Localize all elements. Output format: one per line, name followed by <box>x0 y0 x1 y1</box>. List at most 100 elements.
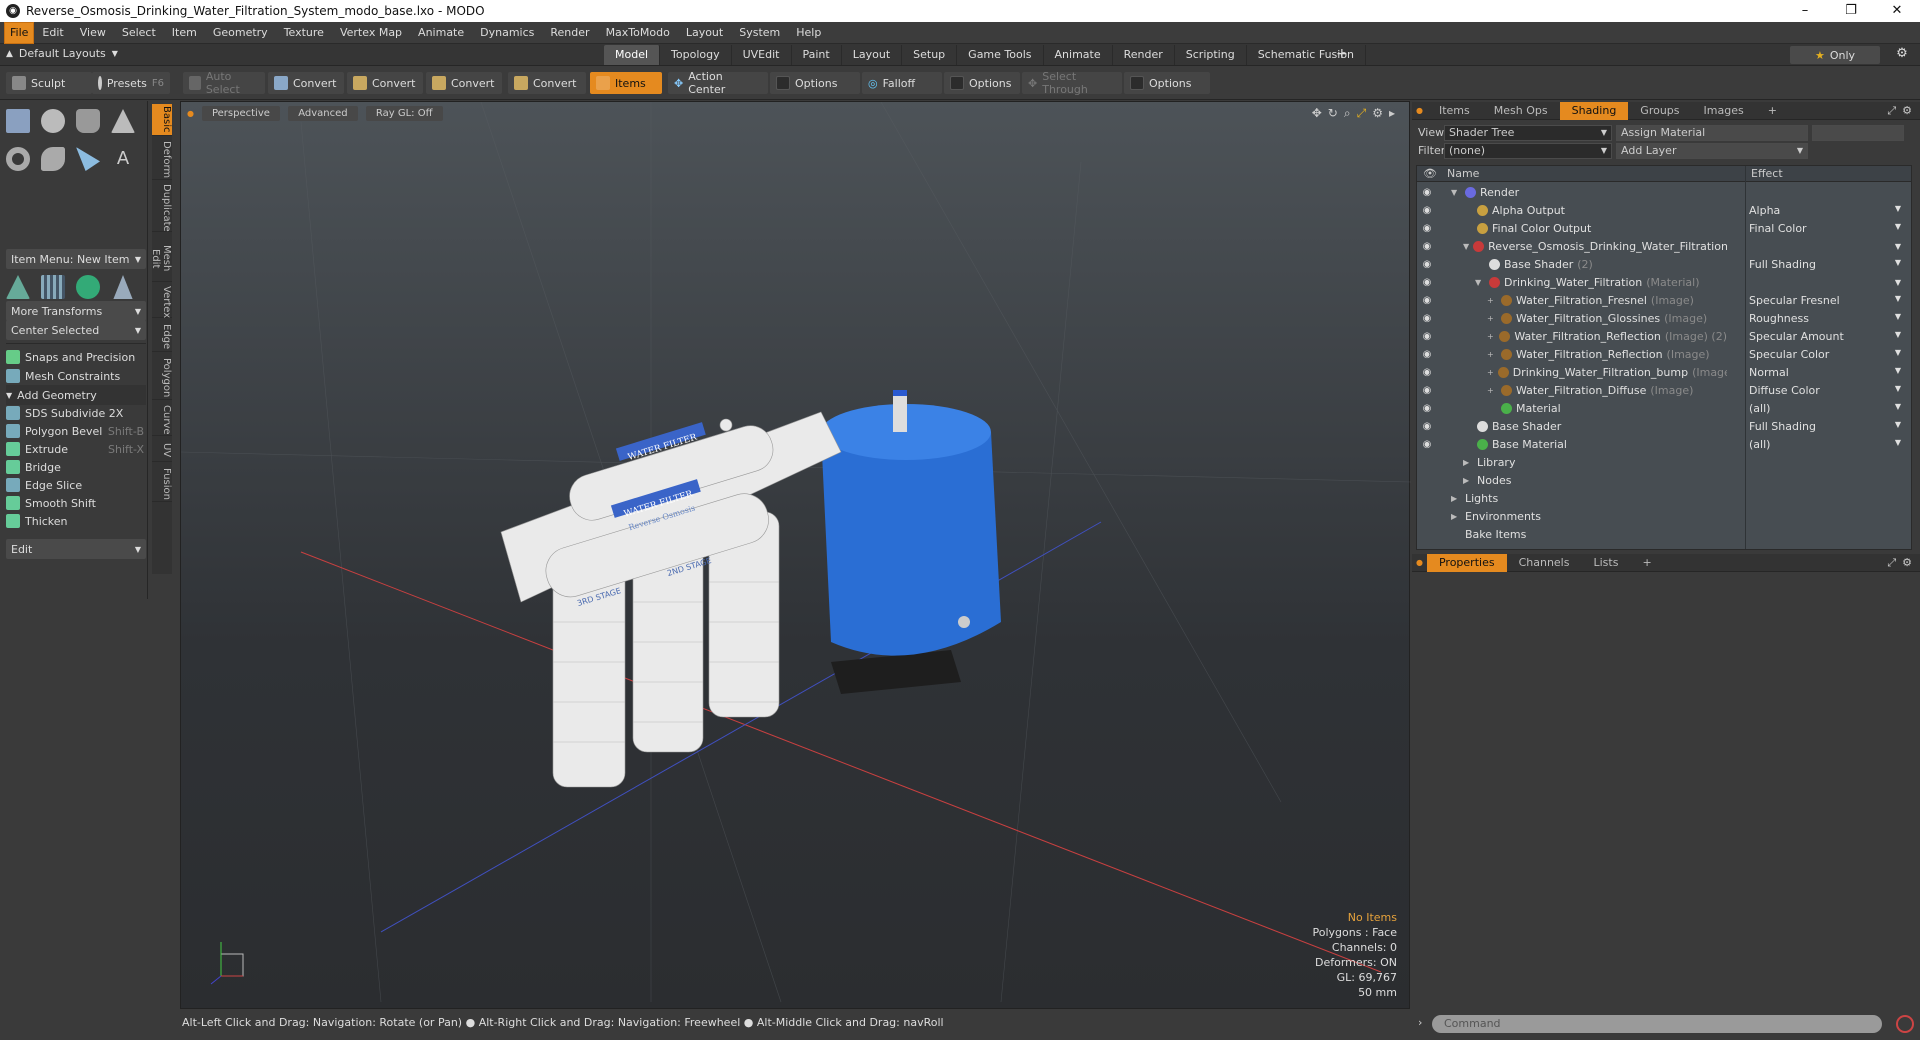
expand-arrow-icon[interactable]: ▼ <box>1475 278 1485 287</box>
cone-icon[interactable] <box>111 109 135 133</box>
effect-dropdown[interactable]: ▼ <box>1749 278 1901 287</box>
eye-icon[interactable]: ◉ <box>1417 187 1437 198</box>
menu-item-layout[interactable]: Layout <box>678 23 731 43</box>
options-button-2[interactable]: Options <box>944 72 1020 94</box>
side-tab-duplicate[interactable]: Duplicate <box>152 184 172 232</box>
eye-icon[interactable]: ◉ <box>1417 295 1437 306</box>
panel-tab-mesh-ops[interactable]: Mesh Ops <box>1482 102 1560 120</box>
tab-uvedit[interactable]: UVEdit <box>732 45 792 65</box>
falloff-button[interactable]: ◎ Falloff <box>862 72 942 94</box>
effect-dropdown[interactable]: Specular Amount ▼ <box>1749 330 1901 343</box>
expand-arrow-icon[interactable]: + <box>1487 314 1497 323</box>
center-selected-dropdown[interactable]: Center Selected ▼ <box>6 320 146 340</box>
more-transforms-dropdown[interactable]: More Transforms ▼ <box>6 301 146 321</box>
tetra-icon[interactable] <box>6 275 30 299</box>
tool-smooth-shift[interactable]: Smooth Shift <box>6 493 146 513</box>
tab-setup[interactable]: Setup <box>902 45 958 65</box>
effect-dropdown[interactable]: Normal ▼ <box>1749 366 1901 379</box>
close-icon[interactable]: ✕ <box>1874 0 1920 22</box>
panel-tab-items[interactable]: Items <box>1427 102 1482 120</box>
tree-row[interactable]: ▶ Environments <box>1417 507 1903 525</box>
tree-row[interactable]: ◉ ▼ Drinking_Water_Filtration (Material) ▼ <box>1417 273 1903 291</box>
options-button-1[interactable]: Options <box>770 72 860 94</box>
expand-arrow-icon[interactable]: + <box>1487 350 1497 359</box>
menu-item-maxtomodo[interactable]: MaxToModo <box>598 23 678 43</box>
tab-scripting[interactable]: Scripting <box>1175 45 1247 65</box>
capsule-icon[interactable] <box>41 147 65 171</box>
effect-dropdown[interactable]: Specular Fresnel ▼ <box>1749 294 1901 307</box>
add-layer-dropdown[interactable]: Add Layer ▼ <box>1616 143 1808 159</box>
eye-icon[interactable]: ◉ <box>1417 223 1437 234</box>
expand-arrow-icon[interactable]: + <box>1487 386 1497 395</box>
effect-dropdown[interactable]: Diffuse Color ▼ <box>1749 384 1901 397</box>
side-tab-basic[interactable]: Basic <box>152 104 172 136</box>
add-tab-button[interactable]: + <box>1336 46 1348 62</box>
select-through-button[interactable]: ✥ Select Through <box>1022 70 1122 96</box>
tree-row[interactable]: ◉ Base Material (all) ▼ <box>1417 435 1903 453</box>
expand-arrow-icon[interactable]: ▶ <box>1463 458 1473 467</box>
menu-item-system[interactable]: System <box>731 23 788 43</box>
action-center-button[interactable]: ✥ Action Center <box>668 70 768 96</box>
tab-schematic-fusion[interactable]: Schematic Fusion <box>1247 45 1367 65</box>
filter-select[interactable]: (none) ▼ <box>1444 143 1612 159</box>
tree-row[interactable]: ◉ Material (all) ▼ <box>1417 399 1903 417</box>
pyramid-icon[interactable] <box>113 275 133 299</box>
tool-bridge[interactable]: Bridge <box>6 457 146 477</box>
expand-arrow-icon[interactable]: + <box>1487 368 1494 377</box>
layout-selector[interactable]: ▲ Default Layouts ▼ <box>6 47 118 60</box>
tree-row[interactable]: ◉ + Drinking_Water_Filtration_bump(Image) N… <box>1417 363 1903 381</box>
add-properties-tab-button[interactable]: + <box>1630 554 1663 572</box>
tree-row[interactable]: ◉ ▼ Reverse_Osmosis_Drinking_Water_Filtrat… <box>1417 237 1903 255</box>
tab-render[interactable]: Render <box>1113 45 1175 65</box>
name-column-header[interactable]: Name <box>1447 167 1479 180</box>
tab-model[interactable]: Model <box>604 45 661 65</box>
panel-tab-groups[interactable]: Groups <box>1628 102 1691 120</box>
tree-row[interactable]: ▶ Nodes <box>1417 471 1903 489</box>
items-mode-button[interactable]: Items <box>590 72 662 94</box>
panel-tab-shading[interactable]: Shading <box>1559 101 1629 120</box>
eye-icon[interactable]: ◉ <box>1417 259 1437 270</box>
tree-row[interactable]: ◉ + Water_Filtration_Glossines (Image) Rough… <box>1417 309 1903 327</box>
side-tab-edge[interactable]: Edge <box>152 322 172 352</box>
eye-icon[interactable]: ◉ <box>1417 439 1437 450</box>
presets-button[interactable]: Presets F6 <box>92 72 170 94</box>
torus-icon[interactable] <box>6 147 30 171</box>
effect-dropdown[interactable]: ▼ <box>1749 242 1901 251</box>
panel-tab-images[interactable]: Images <box>1692 102 1756 120</box>
tool-polygon-bevel[interactable]: Polygon Bevel Shift-B <box>6 421 146 441</box>
tab-animate[interactable]: Animate <box>1044 45 1113 65</box>
menu-item-render[interactable]: Render <box>542 23 597 43</box>
mesh-constraints-button[interactable]: Mesh Constraints <box>6 366 146 386</box>
expand-arrow-icon[interactable]: ▶ <box>1451 512 1461 521</box>
side-tab-fusion[interactable]: Fusion <box>152 466 172 502</box>
add-geometry-header[interactable]: ▼ Add Geometry <box>6 385 146 405</box>
tree-row[interactable]: ◉ Base Shader (2) Full Shading ▼ <box>1417 255 1903 273</box>
sphere-icon[interactable] <box>41 109 65 133</box>
expand-icon[interactable]: ⤢ <box>1887 556 1896 570</box>
eye-icon[interactable]: ◉ <box>1417 421 1437 432</box>
tree-row[interactable]: ▶ Lights <box>1417 489 1903 507</box>
convert-button-3[interactable]: Convert <box>426 72 502 94</box>
add-panel-tab-button[interactable]: + <box>1756 102 1789 120</box>
expand-arrow-icon[interactable]: ▶ <box>1451 494 1461 503</box>
eye-icon[interactable]: ◉ <box>1417 385 1437 396</box>
side-tab-polygon[interactable]: Polygon <box>152 356 172 400</box>
menu-item-file[interactable]: File <box>4 21 35 44</box>
side-tab-curve[interactable]: Curve <box>152 404 172 436</box>
effect-dropdown[interactable]: Full Shading ▼ <box>1749 258 1901 271</box>
snaps-precision-button[interactable]: Snaps and Precision <box>6 347 146 367</box>
tree-row[interactable]: ◉ Alpha Output Alpha ▼ <box>1417 201 1903 219</box>
side-tab-uv[interactable]: UV <box>152 440 172 462</box>
record-icon[interactable] <box>1896 1015 1914 1033</box>
effect-dropdown[interactable]: (all) ▼ <box>1749 438 1901 451</box>
eye-icon[interactable]: ◉ <box>1417 349 1437 360</box>
globe-icon[interactable] <box>76 275 100 299</box>
expand-arrow-icon[interactable]: ▼ <box>1463 242 1469 251</box>
expand-arrow-icon[interactable]: + <box>1487 332 1495 341</box>
convert-button-1[interactable]: Convert <box>268 72 344 94</box>
only-button[interactable]: ★ Only <box>1790 46 1880 64</box>
expand-arrow-icon[interactable]: + <box>1487 296 1497 305</box>
menu-item-view[interactable]: View <box>72 23 114 43</box>
sculpt-button[interactable]: Sculpt <box>6 72 92 94</box>
options-button-3[interactable]: Options <box>1124 72 1210 94</box>
